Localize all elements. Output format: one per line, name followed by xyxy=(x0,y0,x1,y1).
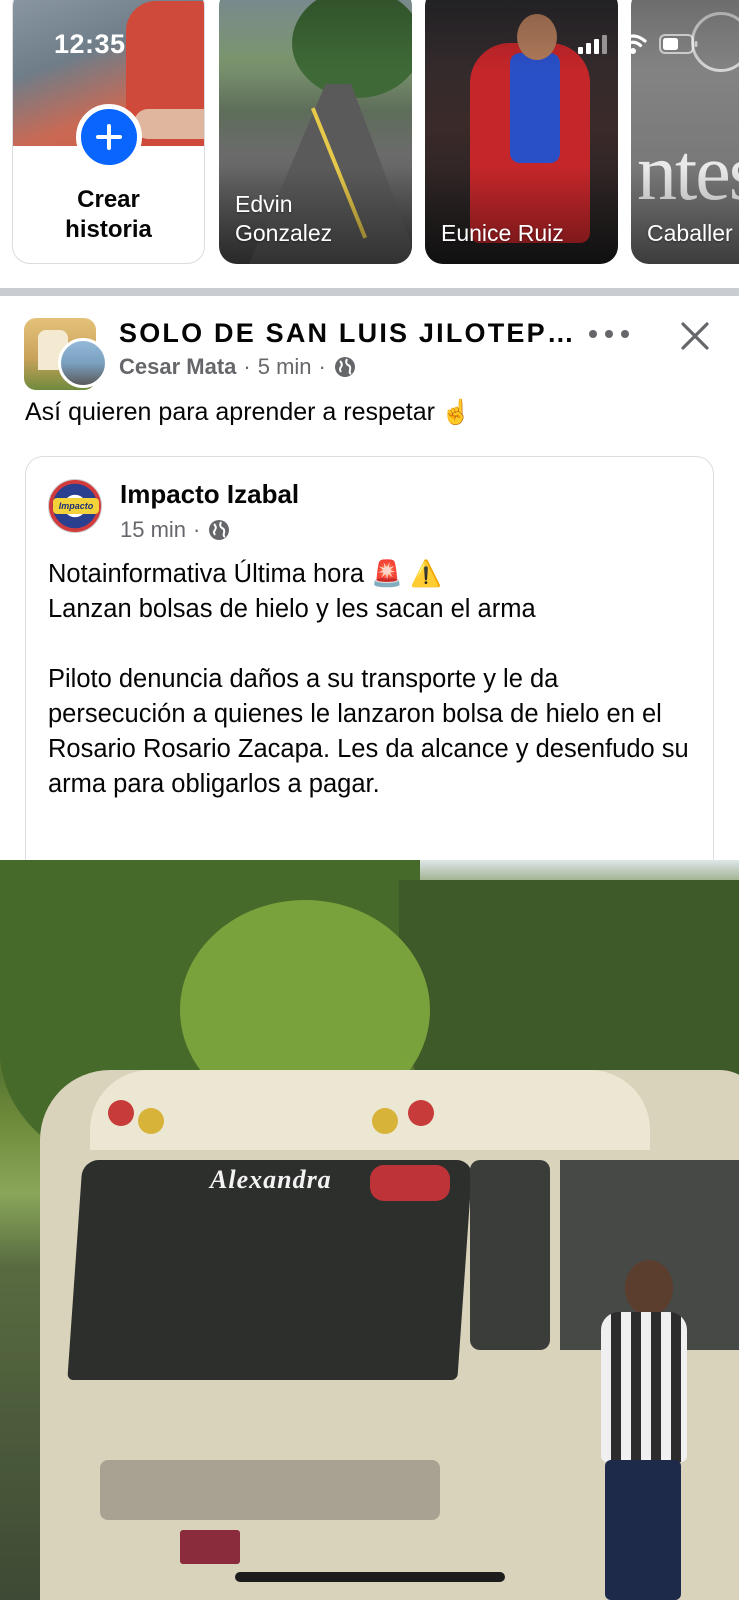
story-card[interactable]: ntes Caballer xyxy=(631,0,739,264)
page-avatar-logo-text: Impacto xyxy=(53,498,99,514)
post-caption: Así quieren para aprender a respetar ☝ xyxy=(25,396,471,429)
author-avatar[interactable] xyxy=(58,338,108,388)
author-name-link[interactable]: Cesar Mata xyxy=(119,354,236,380)
post-photo[interactable]: Alexandra xyxy=(0,860,739,1600)
close-icon[interactable] xyxy=(675,316,715,356)
create-story-card[interactable]: Crear historia xyxy=(12,0,205,264)
feed-post: SOLO DE SAN LUIS JILOTEPEQUE Cesar Mata … xyxy=(0,296,739,1600)
home-indicator[interactable] xyxy=(235,1572,505,1582)
globe-icon xyxy=(333,355,357,379)
post-meta: Cesar Mata · 5 min · xyxy=(119,354,357,380)
create-story-label: Crear historia xyxy=(65,186,152,243)
story-author-name: Eunice Ruiz xyxy=(441,220,564,246)
globe-icon xyxy=(207,518,231,542)
story-card[interactable]: Eunice Ruiz xyxy=(425,0,618,264)
section-divider xyxy=(0,288,739,296)
shared-post-text: Notainformativa Última hora 🚨 ⚠️ Lanzan … xyxy=(48,560,689,798)
story-author-name: Edvin Gonzalez xyxy=(235,191,333,246)
stories-tray: Crear historia Edvin Gonzalez Eunice Rui… xyxy=(0,0,739,288)
group-name-link[interactable]: SOLO DE SAN LUIS JILOTEPEQUE xyxy=(119,318,579,349)
bus-windshield-label: Alexandra xyxy=(210,1165,332,1194)
shared-page-name-link[interactable]: Impacto Izabal xyxy=(120,479,299,510)
post-caption-text: Así quieren para aprender a respetar xyxy=(25,398,435,426)
post-timestamp[interactable]: 5 min xyxy=(258,354,312,380)
person-figure xyxy=(595,1260,687,1600)
story-card[interactable]: Edvin Gonzalez xyxy=(219,0,412,264)
page-avatar[interactable]: Impacto xyxy=(48,479,102,533)
more-options-icon[interactable] xyxy=(589,322,629,346)
pointing-up-emoji: ☝ xyxy=(440,399,471,426)
story-author-name: Caballer xyxy=(647,220,733,246)
shared-post-timestamp[interactable]: 15 min xyxy=(120,517,186,543)
plus-icon[interactable] xyxy=(76,104,142,170)
shared-post-meta: 15 min · xyxy=(120,517,231,543)
